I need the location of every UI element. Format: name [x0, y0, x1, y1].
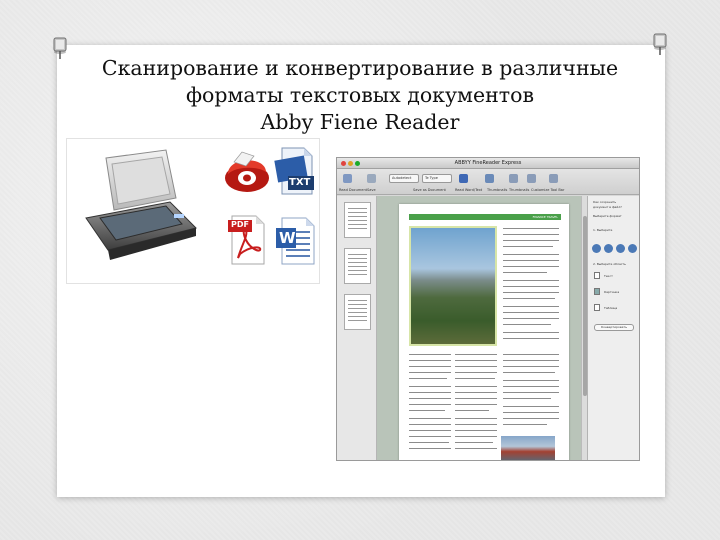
- arrow-down-icon[interactable]: [628, 244, 637, 253]
- toolbar-label: Thumbnails: [487, 188, 508, 192]
- panel-text: Выберите формат: [593, 214, 622, 218]
- document-view[interactable]: FINANCE TRAVEL: [377, 196, 587, 460]
- title-line-1: Сканирование и конвертирование в различн…: [101, 56, 619, 80]
- page-thumbnail[interactable]: [344, 202, 371, 238]
- thumbtack-icon: [653, 33, 667, 55]
- toolbar-label: Read Document: [339, 188, 368, 192]
- language-select[interactable]: Autodetect: [389, 174, 419, 183]
- txt-label: TXT: [289, 177, 311, 188]
- conversion-options-panel: Как сохранить документ в файл? Выберите …: [587, 196, 639, 460]
- panel-text: Как сохранить: [593, 200, 617, 204]
- app-toolbar: Autodetect Te Type Read Document Save Sa…: [337, 169, 639, 195]
- panel-text: 2. Выберите область: [593, 262, 626, 266]
- page-thumbnail[interactable]: [344, 248, 371, 284]
- arrow-up-icon[interactable]: [616, 244, 625, 253]
- page-header-bar: FINANCE TRAVEL: [409, 214, 561, 220]
- picture-area-icon[interactable]: [594, 288, 600, 295]
- read-document-icon[interactable]: [343, 174, 352, 183]
- play-icon[interactable]: [459, 174, 468, 183]
- arrow-left-icon[interactable]: [592, 244, 601, 253]
- page-thumbnail[interactable]: [344, 294, 371, 330]
- page-photo: [409, 226, 497, 346]
- pdf-file-icon: PDF: [226, 214, 268, 266]
- toolbar-label: Read Word/Text: [455, 188, 483, 192]
- text-area-icon[interactable]: [594, 272, 600, 279]
- panel-text: Картинка: [604, 290, 620, 294]
- finereader-icon: [225, 151, 269, 192]
- toolbar-label: Thumbnails: [509, 188, 530, 192]
- scanner-icon: [85, 149, 197, 260]
- title-line-3: Abby Fiene Reader: [260, 110, 460, 134]
- page-photo: [501, 436, 555, 460]
- thumbnails-icon[interactable]: [509, 174, 518, 183]
- page-thumbnails-panel: [337, 196, 377, 460]
- arrow-right-icon[interactable]: [604, 244, 613, 253]
- panel-text: Текст: [604, 274, 613, 278]
- page-header-text: FINANCE TRAVEL: [532, 215, 558, 219]
- word-file-icon: W: [274, 216, 316, 266]
- document-page: FINANCE TRAVEL: [399, 204, 569, 460]
- toolbar-label: Save as Document: [413, 188, 446, 192]
- panel-text: 1. Выберите: [593, 228, 613, 232]
- table-area-icon[interactable]: [594, 304, 600, 311]
- finereader-app-window: ABBYY FineReader Express Autodetect Te T…: [336, 157, 640, 461]
- panel-text: документ в файл?: [593, 205, 622, 209]
- zoom-icon[interactable]: [355, 161, 360, 166]
- window-titlebar: ABBYY FineReader Express: [337, 158, 639, 169]
- panel-text: Таблица: [604, 306, 618, 310]
- pdf-label: PDF: [231, 220, 249, 229]
- txt-file-icon: TXT: [274, 146, 318, 196]
- window-title: ABBYY FineReader Express: [454, 160, 522, 166]
- read-word-icon[interactable]: [485, 174, 494, 183]
- toolbar-label: Save: [367, 188, 376, 192]
- mode-select[interactable]: Te Type: [422, 174, 452, 183]
- convert-button[interactable]: Конвертировать: [594, 324, 634, 331]
- close-icon[interactable]: [341, 161, 346, 166]
- toolbar-label: Customize Tool Bar: [531, 188, 565, 192]
- save-icon[interactable]: [367, 174, 376, 183]
- customize-icon[interactable]: [549, 174, 558, 183]
- slide-title: Сканирование и конвертирование в различн…: [60, 55, 660, 136]
- word-label: W: [279, 229, 296, 247]
- thumbnails-icon[interactable]: [527, 174, 536, 183]
- title-line-2: форматы текстовых документов: [185, 83, 535, 107]
- minimize-icon[interactable]: [348, 161, 353, 166]
